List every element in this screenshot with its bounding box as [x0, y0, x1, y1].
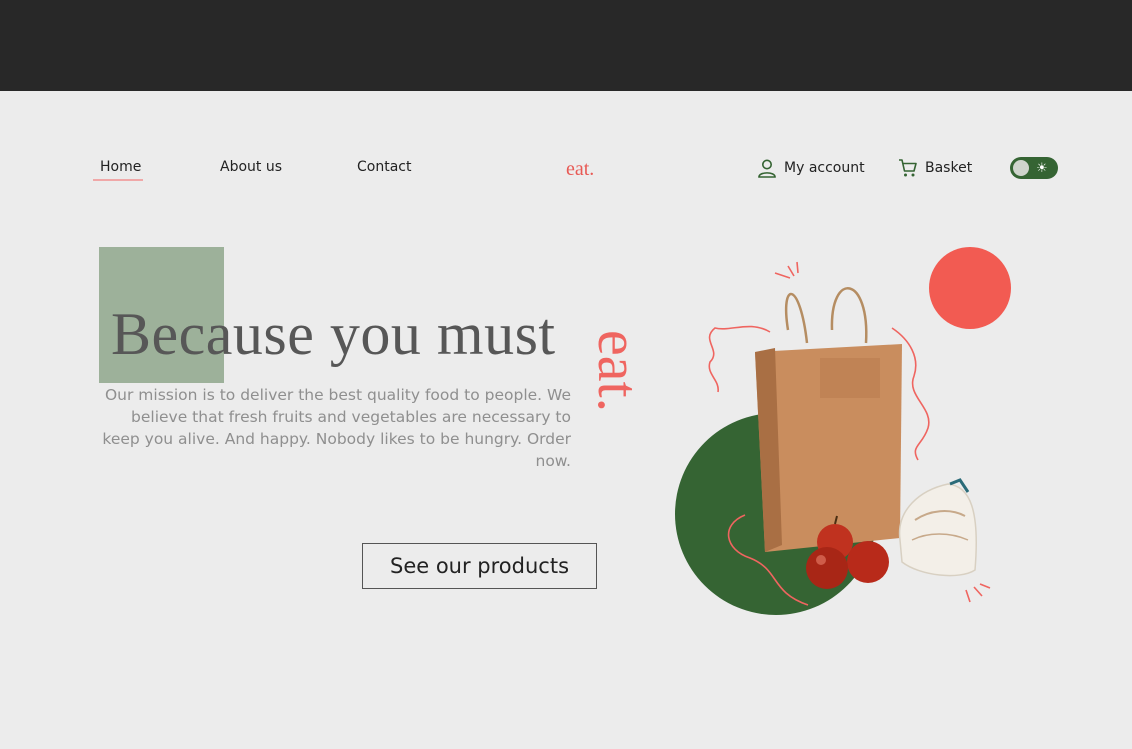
nav-about-link[interactable]: About us	[220, 159, 282, 175]
bread-bag	[898, 478, 978, 577]
paper-bag	[755, 287, 902, 552]
mission-text: Our mission is to deliver the best quali…	[102, 386, 571, 470]
red-circle	[929, 247, 1011, 329]
theme-toggle[interactable]: ☀	[1010, 157, 1058, 179]
user-icon	[758, 159, 776, 178]
hero-illustration	[675, 247, 1011, 615]
browser-top-bar	[0, 0, 1132, 91]
my-account-label: My account	[784, 160, 865, 176]
toggle-knob	[1013, 160, 1029, 176]
spark-lines-top	[774, 261, 799, 279]
nav-contact-link[interactable]: Contact	[357, 159, 411, 175]
active-nav-underline	[93, 179, 143, 181]
hero-accent-text: eat.	[586, 330, 651, 413]
brand-logo[interactable]: eat.	[566, 158, 594, 181]
sun-icon: ☀	[1036, 160, 1048, 175]
hero-headline: Because you must	[111, 301, 556, 367]
basket-link[interactable]: Basket	[898, 158, 972, 178]
my-account-link[interactable]: My account	[757, 158, 865, 178]
spark-lines-bottom	[965, 583, 991, 603]
basket-label: Basket	[925, 160, 973, 176]
see-products-button[interactable]: See our products	[362, 543, 597, 589]
nav-home-link[interactable]: Home	[100, 159, 141, 175]
hero-headline-accent: eat.	[586, 330, 651, 430]
cart-icon	[899, 159, 917, 177]
